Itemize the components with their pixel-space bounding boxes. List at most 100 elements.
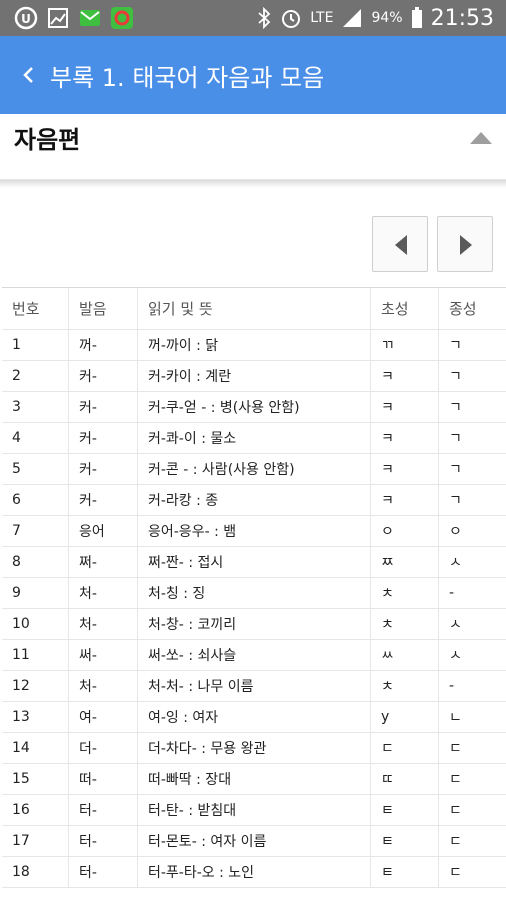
table-row: 16 터- 터-탄- : 받침대 ㅌㄷ	[2, 795, 506, 826]
cell-final: ㄷ	[449, 803, 462, 819]
next-page-button[interactable]	[437, 216, 493, 272]
table-row: 7 응어 응어-응우- : 뱀ㅇㅇ	[2, 516, 506, 547]
cell-number: 18	[2, 857, 69, 887]
cell-number: 10	[2, 609, 69, 639]
cell-reading-meaning: 응어-응우- : 뱀	[138, 516, 371, 546]
cell-number: 8	[2, 547, 69, 577]
cell-final: ㅇ	[449, 524, 462, 540]
cell-pronunciation: 떠-	[69, 764, 138, 794]
cell-pronunciation: 처-	[69, 609, 138, 639]
network-type: LTE	[310, 10, 334, 26]
battery-percent: 94%	[371, 10, 403, 26]
signal-icon	[343, 9, 362, 27]
cell-number: 13	[2, 702, 69, 732]
header-initial: 초성	[371, 288, 439, 329]
cell-reading-meaning: 터-푸-타-오 : 노인	[138, 857, 371, 887]
cell-pronunciation: 여-	[69, 702, 138, 732]
table-row: 17 터- 터-몬토- : 여자 이름 ㅌㄷ	[2, 826, 506, 857]
cell-final: ㄷ	[449, 741, 462, 757]
cell-number: 17	[2, 826, 69, 856]
cell-initial: ㅋ	[371, 392, 439, 422]
header-reading-meaning: 읽기 및 뜻	[138, 288, 371, 329]
cell-initial: ㅊ	[371, 609, 439, 639]
cell-final: ㅅ	[449, 648, 462, 664]
cell-reading-meaning: 떠-빠딱 : 장대	[138, 764, 371, 794]
cell-initial: ㄷ	[371, 733, 439, 763]
cell-final: ㄷ	[449, 772, 462, 788]
consonant-table: 번호 발음 읽기 및 뜻 초성 종성 1 꺼- 꺼-까이 : 닭 ㄲㄱ 2 커- 커-카이 …	[2, 287, 506, 888]
cell-initial: ㅉ	[371, 547, 439, 577]
cell-number: 3	[2, 392, 69, 422]
cell-number: 12	[2, 671, 69, 701]
cell-pronunciation: 커-	[69, 454, 138, 484]
cell-pronunciation: 커-	[69, 485, 138, 515]
cell-final: ㄱ	[449, 431, 462, 447]
cell-pronunciation: 쩌-	[69, 547, 138, 577]
cell-pronunciation: 처-	[69, 578, 138, 608]
header-pronunciation: 발음	[69, 288, 138, 329]
table-row: 12 처- 처-처- : 나무 이름 ㅊ -	[2, 671, 506, 702]
table-row: 2 커- 커-카이 : 계란 ㅋㄱ	[2, 361, 506, 392]
cell-initial: ㄲ	[371, 330, 439, 360]
cell-reading-meaning: 쩌-짠- : 접시	[138, 547, 371, 577]
cell-pronunciation: 커-	[69, 423, 138, 453]
cell-final: ㄱ	[449, 338, 462, 354]
cell-reading-meaning: 처-처- : 나무 이름	[138, 671, 371, 701]
cell-final: ㄱ	[449, 462, 462, 478]
section-divider	[0, 180, 506, 188]
bluetooth-icon	[258, 7, 271, 29]
table-row: 11 써- 써-쏘- : 쇠사슬 ㅆㅅ	[2, 640, 506, 671]
table-row: 8 쩌- 쩌-짠- : 접시 ㅉㅅ	[2, 547, 506, 578]
header-number: 번호	[2, 288, 69, 329]
cell-initial: ㅌ	[371, 826, 439, 856]
cell-initial: ㅌ	[371, 795, 439, 825]
cell-number: 11	[2, 640, 69, 670]
collapse-arrow-icon[interactable]	[470, 130, 492, 144]
cell-reading-meaning: 꺼-까이 : 닭	[138, 330, 371, 360]
cell-reading-meaning: 터-탄- : 받침대	[138, 795, 371, 825]
cell-initial: ㅋ	[371, 454, 439, 484]
app-bar: 부록 1. 태국어 자음과 모음	[0, 36, 506, 114]
table-row: 15 떠- 떠-빠딱 : 장대 ㄸㄷ	[2, 764, 506, 795]
cell-reading-meaning: 커-쿠-얻 - : 병(사용 안함)	[138, 392, 371, 422]
back-arrow-icon[interactable]	[14, 60, 44, 90]
table-row: 9 처- 처-칭 : 징ㅊ-	[2, 578, 506, 609]
cell-pronunciation: 응어	[69, 516, 138, 546]
table-row: 13 여- 여-잉 : 여자 y ㄴ	[2, 702, 506, 733]
svg-text:U: U	[21, 12, 31, 26]
table-row: 6 커- 커-라캉 : 종ㅋㄱ	[2, 485, 506, 516]
ucloud-icon: U	[14, 6, 38, 30]
system-icons: LTE 94% 21:53	[256, 4, 494, 32]
chevron-left-icon	[395, 235, 407, 255]
cell-number: 14	[2, 733, 69, 763]
cell-final: ㅅ	[449, 555, 462, 571]
table-body: 1 꺼- 꺼-까이 : 닭 ㄲㄱ 2 커- 커-카이 : 계란 ㅋㄱ 3 커- 커-쿠-얻 - : …	[2, 330, 506, 888]
table-row: 10 처- 처-창- : 코끼리 ㅊㅅ	[2, 609, 506, 640]
table-row: 3 커- 커-쿠-얻 - : 병(사용 안함) ㅋㄱ	[2, 392, 506, 423]
previous-page-button[interactable]	[372, 216, 428, 272]
cell-initial: ㅆ	[371, 640, 439, 670]
cell-pronunciation: 꺼-	[69, 330, 138, 360]
cell-initial: ㅊ	[371, 578, 439, 608]
cell-reading-meaning: 처-칭 : 징	[138, 578, 371, 608]
cell-final: ㄱ	[449, 493, 462, 509]
status-bar: U LTE 94% 21:53	[0, 0, 506, 36]
cell-reading-meaning: 여-잉 : 여자	[138, 702, 371, 732]
cell-reading-meaning: 커-카이 : 계란	[138, 361, 371, 391]
cell-pronunciation: 터-	[69, 795, 138, 825]
cell-initial: ㅋ	[371, 361, 439, 391]
cell-final: ㄱ	[449, 400, 462, 416]
cell-final: ㄷ	[449, 834, 462, 850]
cell-pronunciation: 써-	[69, 640, 138, 670]
cell-number: 16	[2, 795, 69, 825]
cell-pronunciation: 커-	[69, 361, 138, 391]
cell-initial: ㅋ	[371, 485, 439, 515]
page-title: 부록 1. 태국어 자음과 모음	[50, 64, 325, 92]
message-icon	[80, 10, 100, 26]
table-row: 1 꺼- 꺼-까이 : 닭ㄲㄱ	[2, 330, 506, 361]
cell-final: -	[449, 678, 455, 694]
cell-pronunciation: 터-	[69, 857, 138, 887]
section-header[interactable]: 자음편	[0, 114, 506, 180]
cell-pronunciation: 커-	[69, 392, 138, 422]
cell-reading-meaning: 커-콰-이 : 물소	[138, 423, 371, 453]
